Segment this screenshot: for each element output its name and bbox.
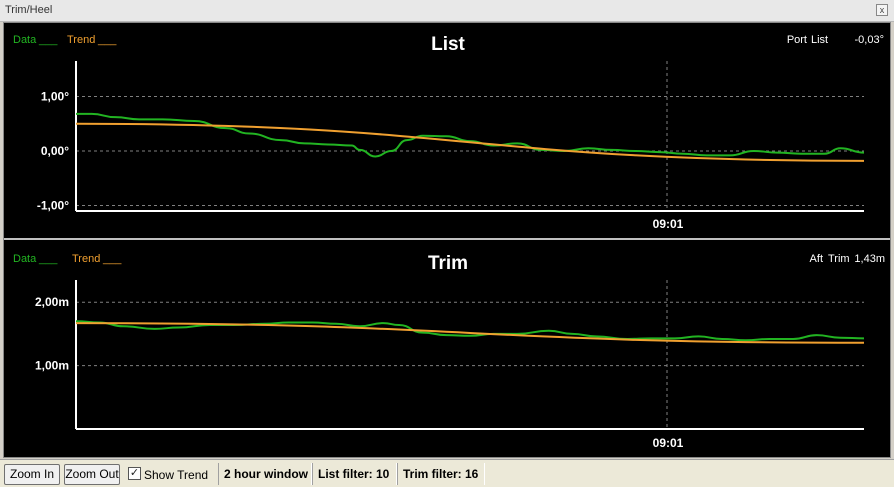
list-legend-data-underline: ___ bbox=[38, 34, 58, 46]
list-series-trend-line bbox=[75, 122, 865, 162]
list-x-tick-label: 09:01 bbox=[653, 217, 684, 231]
trim-filter-panel: Trim filter: 16 bbox=[397, 463, 485, 485]
list-legend-data: Data bbox=[13, 34, 37, 46]
list-legend-trend-underline: ___ bbox=[97, 34, 117, 46]
list-chart-title: List bbox=[431, 34, 465, 55]
zoom-in-button[interactable]: Zoom In bbox=[4, 464, 60, 485]
trim-readout-side: Aft bbox=[810, 253, 823, 265]
list-y-tick-label: 0,00° bbox=[41, 144, 69, 158]
show-trend-checkbox[interactable]: ✓ bbox=[128, 467, 141, 480]
list-series-data-line bbox=[76, 112, 865, 158]
list-readout-value: -0,03° bbox=[855, 34, 884, 46]
trim-y-tick-label: 1,00m bbox=[35, 359, 69, 373]
charts-svg: Data ___ Trend ___ List Port List -0,03°… bbox=[4, 34, 890, 450]
trim-readout-value: 1,43m bbox=[854, 253, 885, 265]
list-y-tick-label: -1,00° bbox=[37, 199, 69, 213]
trim-legend-trend-underline: ___ bbox=[102, 253, 122, 265]
trim-y-tick-label: 2,00m bbox=[35, 295, 69, 309]
list-readout-label: List bbox=[811, 34, 828, 46]
list-readout-side: Port bbox=[787, 34, 807, 46]
zoom-out-button[interactable]: Zoom Out bbox=[64, 464, 120, 485]
status-bar: Zoom In Zoom Out ✓ Show Trend 2 hour win… bbox=[0, 459, 894, 487]
window-titlebar: Trim/Heel x bbox=[0, 0, 894, 22]
trim-chart-title: Trim bbox=[428, 253, 468, 274]
trim-readout-label: Trim bbox=[828, 253, 850, 265]
trim-legend-data-underline: ___ bbox=[38, 253, 58, 265]
window-panel: 2 hour window bbox=[218, 463, 312, 485]
list-legend-trend: Trend bbox=[67, 34, 95, 46]
trim-legend-data: Data bbox=[13, 253, 37, 265]
show-trend-label: Show Trend bbox=[144, 468, 209, 482]
chart-area: Data ___ Trend ___ List Port List -0,03°… bbox=[3, 22, 891, 458]
list-filter-panel: List filter: 10 bbox=[312, 463, 397, 485]
trim-legend-trend: Trend bbox=[72, 253, 100, 265]
trim-x-tick-label: 09:01 bbox=[653, 436, 684, 450]
close-icon[interactable]: x bbox=[876, 4, 888, 16]
window-title: Trim/Heel bbox=[5, 4, 53, 16]
list-y-tick-label: 1,00° bbox=[41, 89, 69, 103]
